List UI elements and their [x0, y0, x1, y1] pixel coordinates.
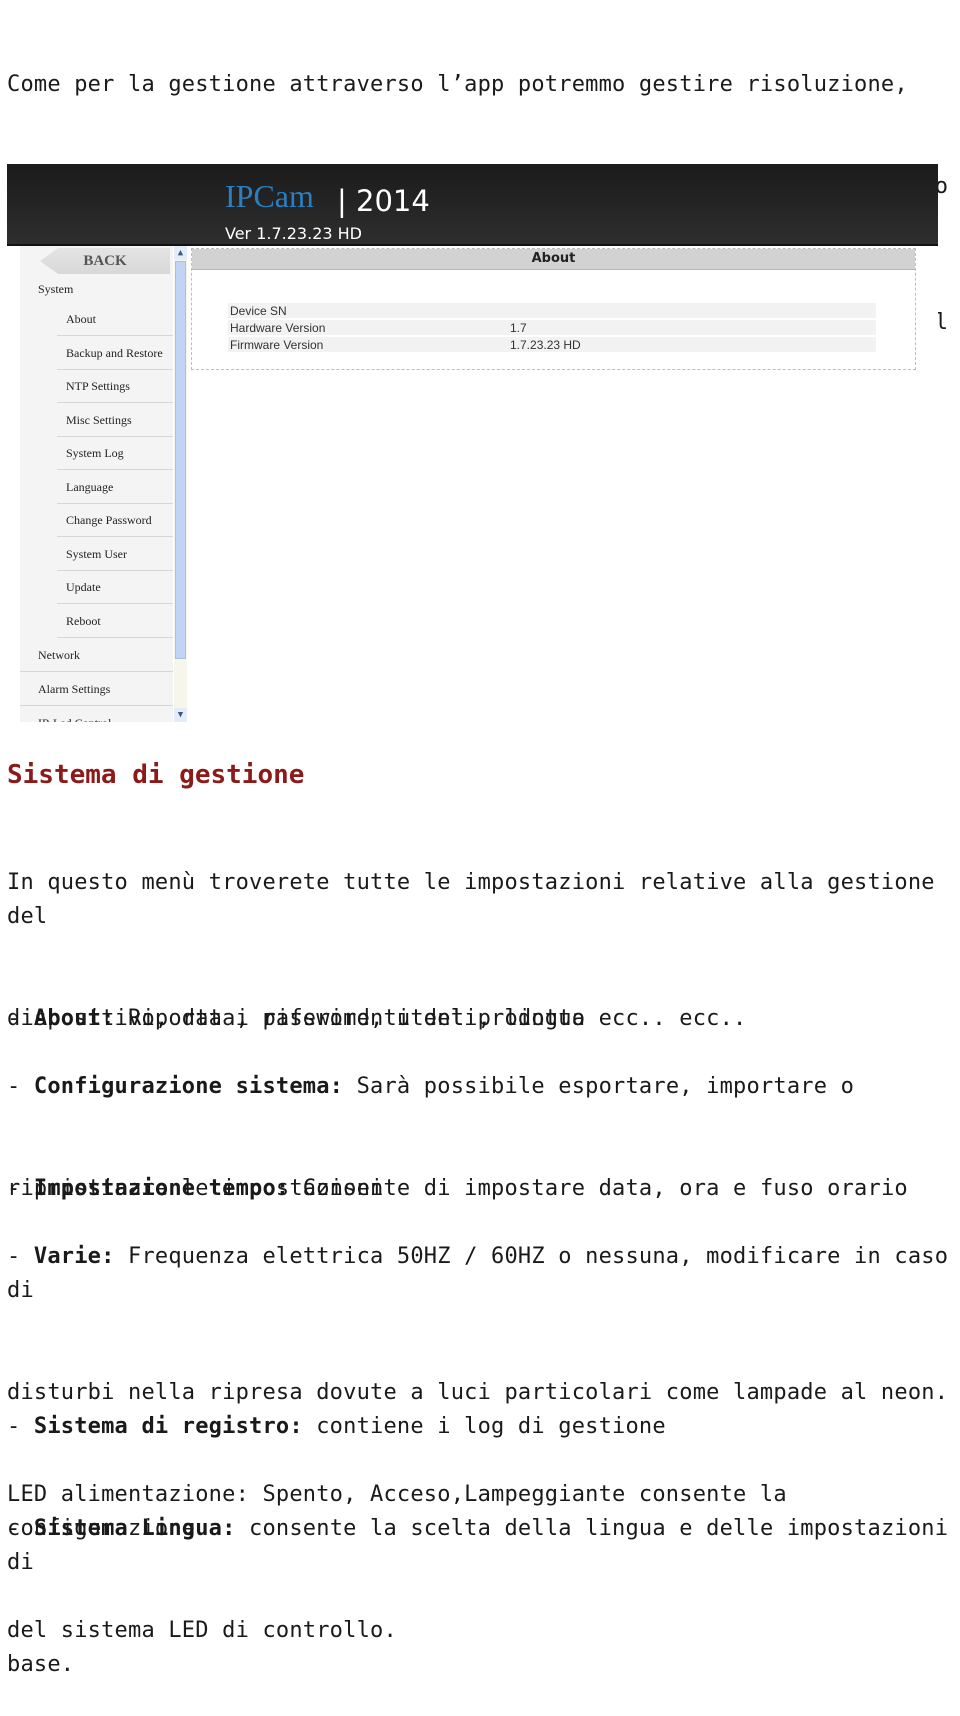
info-label: Hardware Version [228, 320, 508, 335]
table-row: Firmware Version 1.7.23.23 HD [228, 337, 876, 352]
section-title: Sistema di gestione [7, 760, 305, 790]
info-label: Firmware Version [228, 337, 508, 352]
device-info-table: Device SN Hardware Version 1.7 Firmware … [228, 301, 876, 354]
header-bar: IPCam | 2014 Ver 1.7.23.23 HD [7, 164, 938, 246]
sidebar-item-alarm-settings[interactable]: Alarm Settings [20, 673, 173, 706]
info-value: 1.7 [508, 320, 876, 335]
bullet-term: Sistema Lingua: [33, 1516, 236, 1541]
scroll-thumb[interactable] [175, 261, 186, 659]
sidebar: BACK System About Backup and Restore NTP… [20, 246, 173, 722]
sidebar-item-reboot[interactable]: Reboot [57, 605, 173, 638]
sidebar-group-system[interactable]: System [38, 282, 73, 297]
brand-year: | 2014 [337, 184, 430, 218]
bullet-term: Varie: [33, 1244, 115, 1269]
scroll-down-arrow-icon[interactable]: ▼ [174, 708, 187, 722]
table-row: Device SN [228, 303, 876, 318]
sidebar-item-update[interactable]: Update [57, 571, 173, 604]
sidebar-item-system-user[interactable]: System User [57, 538, 173, 571]
bullet-term: Sistema di registro: [33, 1414, 303, 1439]
sidebar-item-change-password[interactable]: Change Password [57, 504, 173, 537]
scroll-up-arrow-icon[interactable]: ▲ [174, 246, 187, 260]
bullet-text: base. [7, 1652, 75, 1677]
sidebar-item-misc-settings[interactable]: Misc Settings [57, 404, 173, 437]
back-button[interactable]: BACK [40, 248, 170, 274]
sidebar-scrollbar[interactable]: ▲ ▼ [174, 246, 187, 722]
panel-title: About [192, 249, 915, 270]
sidebar-item-backup-restore[interactable]: Backup and Restore [57, 337, 173, 370]
table-row: Hardware Version 1.7 [228, 320, 876, 335]
sidebar-item-system-log[interactable]: System Log [57, 437, 173, 470]
sidebar-item-language[interactable]: Language [57, 471, 173, 504]
bullet-registro: - Sistema di registro: contiene i log di… [7, 1342, 959, 1716]
info-label: Device SN [228, 303, 508, 318]
bullet-text: contiene i log di gestione [302, 1414, 666, 1439]
info-value [508, 303, 876, 318]
sidebar-item-ir-led[interactable]: IR Led Control [20, 707, 173, 723]
sidebar-item-about[interactable]: About [57, 303, 173, 336]
ipcam-screenshot: IPCam | 2014 Ver 1.7.23.23 HD BACK Syste… [7, 164, 938, 722]
version-label: Ver 1.7.23.23 HD [225, 224, 362, 243]
brand-logo: IPCam [225, 178, 314, 214]
section-line: In questo menù troverete tutte le impost… [7, 870, 949, 929]
sidebar-item-network[interactable]: Network [20, 639, 173, 672]
intro-line: Come per la gestione attraverso l’app po… [7, 72, 908, 97]
about-panel: About Device SN Hardware Version 1.7 Fir… [191, 248, 916, 370]
info-value: 1.7.23.23 HD [508, 337, 876, 352]
bullet-text: Sarà possibile esportare, importare o [343, 1074, 855, 1099]
sidebar-item-ntp-settings[interactable]: NTP Settings [57, 370, 173, 403]
bullet-term: Configurazione sistema: [33, 1074, 344, 1099]
bullet-text: Frequenza elettrica 50HZ / 60HZ o nessun… [7, 1244, 949, 1303]
